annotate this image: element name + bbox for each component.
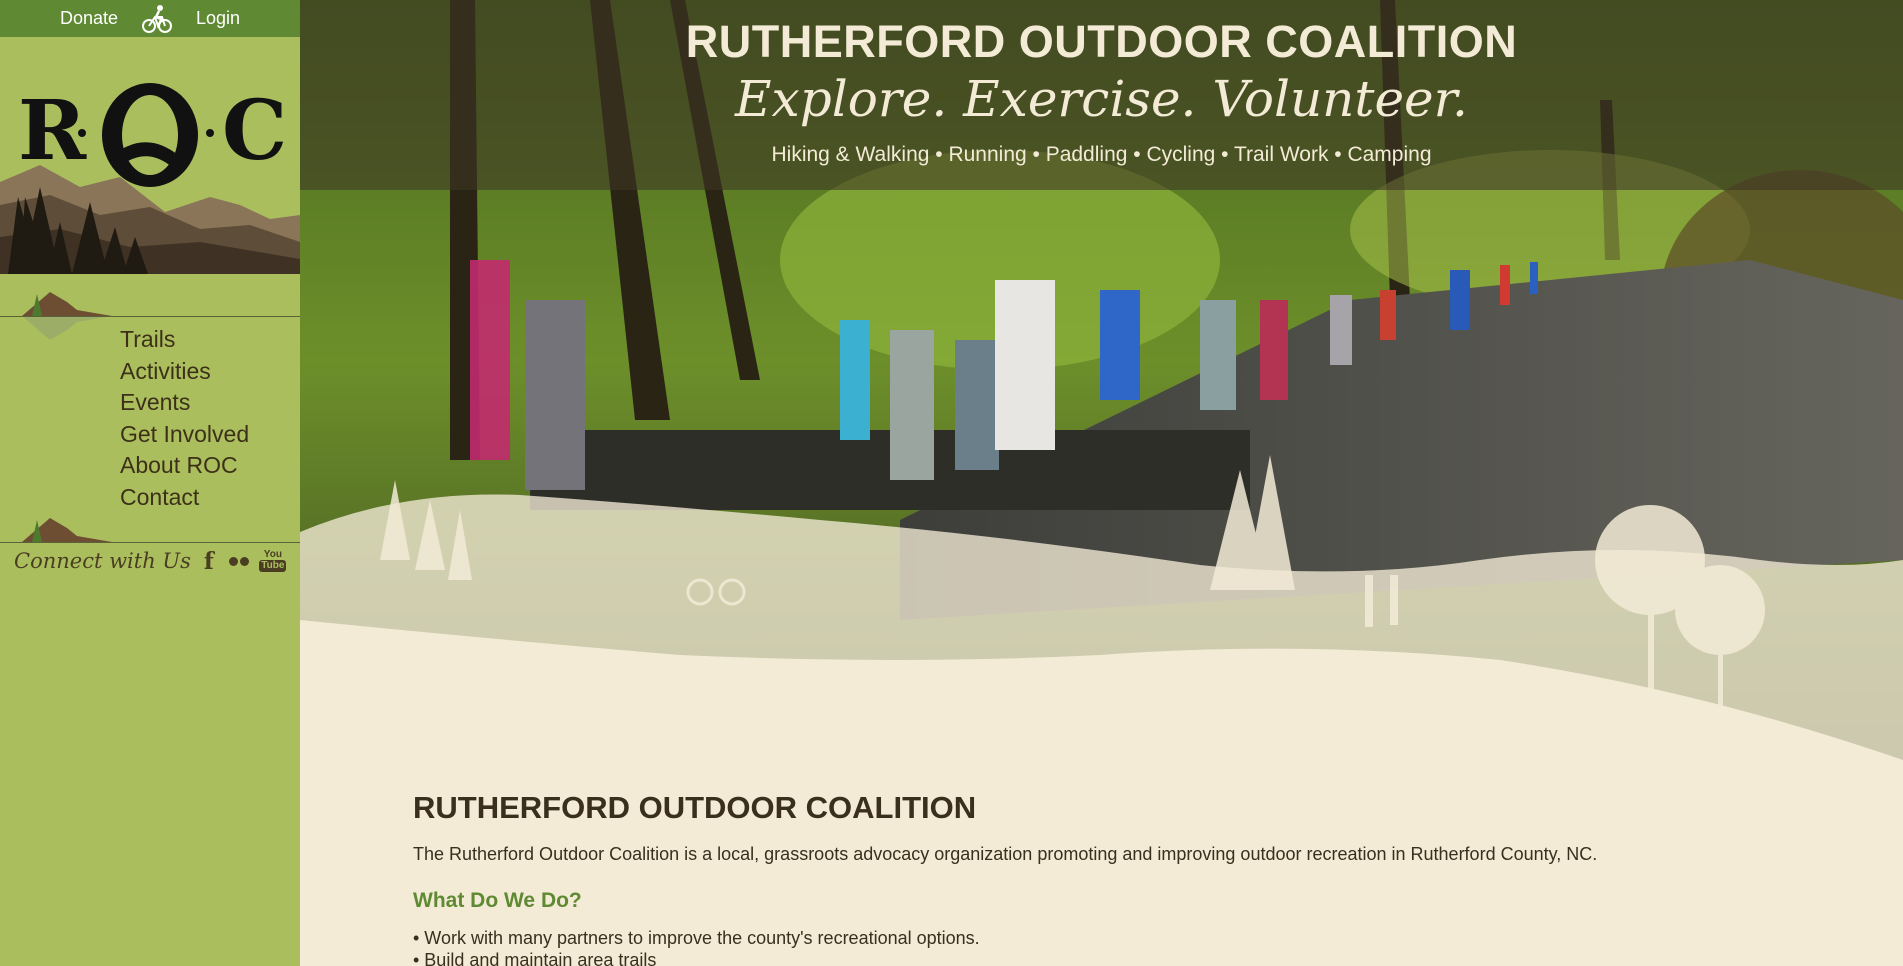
facebook-icon[interactable]: f: [201, 548, 217, 575]
nav-item-contact[interactable]: Contact: [120, 482, 249, 514]
top-utility-bar: Donate Login: [0, 0, 300, 37]
social-links: Connect with Us f You Tube: [14, 546, 287, 576]
logo-letter-c: C: [222, 83, 287, 179]
nav-mountain-icon: [22, 292, 112, 340]
cyclist-icon: [142, 4, 172, 33]
login-link[interactable]: Login: [196, 8, 240, 29]
nav-divider-bottom: [0, 542, 300, 543]
logo-mountains-graphic: R C: [0, 37, 300, 274]
what-we-do-list: • Work with many partners to improve the…: [413, 927, 1813, 966]
nav-item-get-involved[interactable]: Get Involved: [120, 419, 249, 451]
youtube-icon[interactable]: You Tube: [259, 546, 287, 576]
what-we-do-heading: What Do We Do?: [413, 889, 582, 912]
main-content: RUTHERFORD OUTDOOR COALITION The Rutherf…: [413, 790, 1813, 966]
site-title: RUTHERFORD OUTDOOR COALITION: [685, 16, 1518, 67]
nav-divider-top: [0, 316, 300, 317]
hero-banner: RUTHERFORD OUTDOOR COALITION Explore. Ex…: [300, 0, 1903, 190]
nav-item-activities[interactable]: Activities: [120, 356, 249, 388]
content-heading: RUTHERFORD OUTDOOR COALITION: [413, 790, 977, 825]
list-item: • Build and maintain area trails: [413, 950, 657, 966]
logo-letter-r: R: [18, 83, 87, 179]
donate-link[interactable]: Donate: [60, 8, 118, 29]
intro-paragraph: The Rutherford Outdoor Coalition is a lo…: [413, 844, 1598, 864]
nav-item-events[interactable]: Events: [120, 387, 249, 419]
nav-list: Trails Activities Events Get Involved Ab…: [120, 324, 249, 513]
list-item: • Work with many partners to improve the…: [413, 928, 980, 948]
roc-logo[interactable]: R C: [0, 37, 300, 274]
flickr-icon[interactable]: [227, 556, 251, 566]
activity-list: Hiking & Walking • Running • Paddling • …: [771, 143, 1432, 166]
connect-label: Connect with Us: [14, 549, 191, 573]
sidebar: Donate Login R C Trails Activities Event…: [0, 0, 300, 966]
main-nav: Trails Activities Events Get Involved Ab…: [0, 274, 300, 543]
nav-item-about[interactable]: About ROC: [120, 450, 249, 482]
hero-section: RUTHERFORD OUTDOOR COALITION Explore. Ex…: [300, 0, 1903, 800]
nav-item-trails[interactable]: Trails: [120, 324, 249, 356]
site-tagline: Explore. Exercise. Volunteer.: [735, 70, 1468, 128]
